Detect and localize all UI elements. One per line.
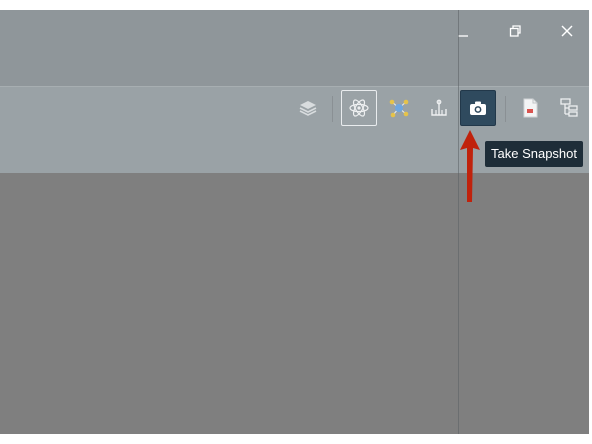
toolbar-separator — [332, 96, 333, 122]
application-window: Take Snapshot — [0, 10, 589, 434]
close-button[interactable] — [554, 18, 580, 44]
panel-divider — [458, 10, 459, 434]
take-snapshot-button[interactable] — [460, 90, 496, 126]
tooltip: Take Snapshot — [485, 141, 584, 167]
minimize-button[interactable] — [450, 18, 476, 44]
restore-button[interactable] — [502, 18, 528, 44]
layers-button[interactable] — [290, 90, 326, 126]
document-button[interactable] — [512, 90, 548, 126]
molecule-icon — [389, 99, 409, 118]
atom-button[interactable] — [341, 90, 377, 126]
camera-icon — [470, 101, 486, 115]
viewport-canvas[interactable] — [0, 173, 589, 434]
close-icon — [561, 25, 573, 37]
restore-icon — [509, 25, 521, 37]
document-icon — [523, 98, 538, 118]
layers-icon — [299, 101, 317, 116]
hierarchy-icon — [560, 98, 578, 117]
hierarchy-button[interactable] — [551, 90, 587, 126]
anchor-icon — [431, 99, 447, 116]
annotation-arrow — [460, 130, 480, 202]
atom-icon — [349, 99, 369, 117]
title-bar — [0, 10, 589, 86]
anchor-button[interactable] — [421, 90, 457, 126]
toolbar-separator — [505, 96, 506, 122]
molecule-button[interactable] — [381, 90, 417, 126]
